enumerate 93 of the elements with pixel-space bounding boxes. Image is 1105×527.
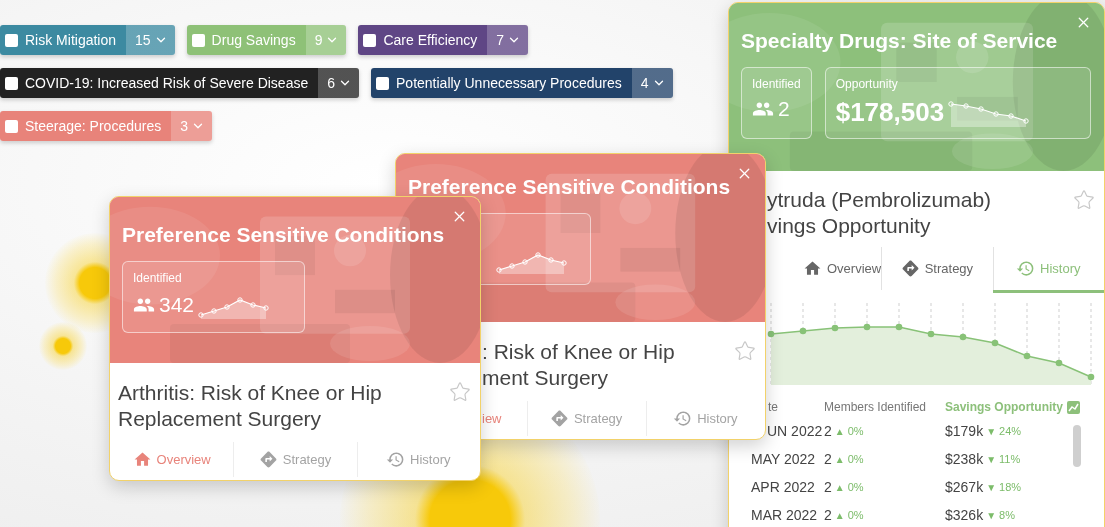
count-dropdown[interactable]: 7 (487, 25, 529, 55)
checkbox[interactable] (5, 119, 18, 133)
direction-sign-icon (549, 409, 569, 428)
stat-label: Opportunity (835, 77, 898, 91)
members-count: 2 (824, 451, 832, 467)
change-value: 0% (847, 481, 864, 493)
count-dropdown[interactable]: 9 (305, 25, 347, 55)
change-value: 8% (999, 509, 1015, 521)
change-value: 24% (999, 425, 1022, 437)
count-dropdown[interactable]: 4 (631, 68, 673, 98)
members-count: 2 (824, 507, 832, 523)
star-button[interactable] (734, 340, 756, 362)
count-dropdown[interactable]: 6 (318, 68, 360, 98)
data-point (1055, 359, 1063, 367)
data-point (863, 323, 871, 331)
home-icon (132, 450, 152, 469)
card-title-line: Arthritis: Risk of Knee or Hip (118, 380, 383, 406)
data-point (1023, 352, 1031, 360)
category-filter[interactable]: Risk Mitigation (0, 25, 127, 55)
stat-value: 2 (778, 97, 790, 121)
savings-amount: $179k (945, 423, 984, 439)
column-header[interactable]: Members Identified (824, 400, 927, 414)
date-cell: MAY 2022 (751, 451, 816, 467)
data-point (895, 323, 903, 331)
data-point (991, 339, 999, 347)
card-tab[interactable]: Overview (110, 442, 234, 480)
trend-arrow: ▲ (834, 453, 845, 465)
card-heading: Specialty Drugs: Site of Service (741, 28, 1058, 54)
checkbox[interactable] (376, 76, 390, 90)
star-button[interactable] (1073, 189, 1095, 211)
checkbox[interactable] (5, 33, 18, 47)
trend-arrow: ▼ (986, 509, 997, 521)
data-point (959, 333, 967, 341)
card-tab[interactable]: iew (482, 401, 527, 439)
trend-arrow: ▼ (986, 481, 997, 493)
direction-sign-icon (258, 450, 278, 469)
change-value: 18% (999, 481, 1022, 493)
card-tab[interactable]: Strategy (881, 247, 993, 293)
card-title-line: : Risk of Knee or Hip (482, 339, 676, 365)
trend-arrow: ▲ (834, 425, 845, 437)
checkbox[interactable] (5, 76, 18, 90)
stat-value: 342 (159, 293, 195, 317)
direction-sign-icon (900, 259, 920, 278)
data-point (799, 327, 807, 335)
change-value: 0% (847, 425, 864, 437)
trend-arrow: ▲ (834, 481, 845, 493)
checkbox[interactable] (363, 33, 377, 47)
date-cell: APR 2022 (751, 479, 815, 495)
card-tab[interactable]: History (992, 247, 1104, 293)
members-count: 2 (824, 423, 832, 439)
trend-arrow: ▼ (986, 425, 997, 437)
count-dropdown[interactable]: 15 (126, 25, 175, 55)
stat-label: Identified (133, 271, 182, 285)
category-filter[interactable]: Steerage: Procedures (0, 111, 172, 141)
card-title-line: vings Opportunity (767, 213, 932, 239)
date-cell: UN 2022 (767, 423, 823, 439)
category-filter[interactable]: Drug Savings (186, 25, 306, 55)
card-heading: Preference Sensitive Conditions (122, 222, 445, 248)
checkbox[interactable] (191, 33, 205, 47)
scrollbar-thumb[interactable] (1073, 425, 1081, 467)
trend-arrow: ▲ (834, 509, 845, 521)
savings-amount: $238k (945, 451, 984, 467)
category-filter[interactable]: COVID-19: Increased Risk of Severe Disease (0, 68, 319, 98)
change-value: 11% (999, 453, 1021, 465)
change-value: 0% (847, 509, 864, 521)
card-heading: Preference Sensitive Conditions (408, 174, 731, 200)
column-header[interactable]: te (768, 400, 778, 414)
card-title-line: Replacement Surgery (118, 406, 323, 432)
stat-value: $178,503 (835, 97, 945, 128)
category-filter[interactable]: Care Efficiency (358, 25, 488, 55)
chart-icon (1067, 400, 1080, 414)
card-title-line: ytruda (Pembrolizumab) (767, 187, 993, 213)
history-icon (1016, 259, 1036, 278)
count-dropdown[interactable]: 3 (171, 111, 212, 141)
savings-amount: $326k (945, 507, 984, 523)
history-icon (386, 450, 406, 469)
home-icon (803, 259, 822, 278)
data-point (831, 324, 839, 332)
data-point (767, 330, 775, 338)
data-point (927, 330, 935, 338)
column-header[interactable]: Savings Opportunity (945, 400, 1080, 414)
data-point (1087, 373, 1095, 381)
history-icon (673, 409, 693, 428)
star-button[interactable] (449, 381, 471, 403)
change-value: 0% (847, 453, 864, 465)
stat-label: Identified (752, 77, 801, 91)
card-title-line: ment Surgery (482, 365, 610, 391)
trend-arrow: ▼ (986, 453, 997, 465)
savings-amount: $267k (945, 479, 984, 495)
category-filter[interactable]: Potentially Unnecessary Procedures (371, 68, 632, 98)
date-cell: MAR 2022 (751, 507, 818, 523)
card-tab[interactable]: Overview (767, 247, 882, 293)
members-count: 2 (824, 479, 832, 495)
